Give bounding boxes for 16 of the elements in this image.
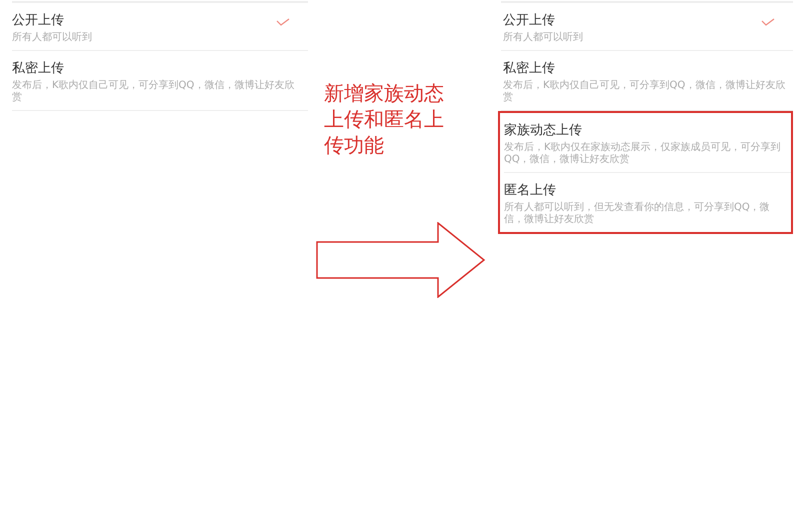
- option-title[interactable]: 家族动态上传: [504, 122, 785, 140]
- option-description: 所有人都可以听到: [503, 32, 584, 44]
- option-title[interactable]: 私密上传: [503, 60, 787, 78]
- option-description: 发布后，K歌内仅在家族动态展示，仅家族成员可见，可分享到QQ，微信，微博让好友欣赏: [504, 142, 782, 166]
- option-description: 发布后，K歌内仅自己可见，可分享到QQ，微信，微博让好友欣赏: [503, 80, 786, 104]
- annotation-text: 新增家族动态上传和匿名上传功能: [324, 80, 445, 158]
- arrow-icon: [316, 222, 486, 298]
- option-title[interactable]: 公开上传: [503, 12, 761, 30]
- option-description: 所有人都可以听到，但无发查看你的信息，可分享到QQ，微信，微博让好友欣赏: [504, 202, 771, 226]
- option-description: 发布后，K歌内仅自己可见，可分享到QQ，微信，微博让好友欣赏: [12, 80, 296, 104]
- checkmark-icon: [761, 18, 775, 26]
- checkmark-icon: [276, 18, 290, 26]
- option-description: 所有人都可以听到: [12, 32, 93, 44]
- option-title[interactable]: 公开上传: [12, 12, 276, 30]
- option-title[interactable]: 匿名上传: [504, 182, 785, 200]
- option-title[interactable]: 私密上传: [12, 60, 302, 78]
